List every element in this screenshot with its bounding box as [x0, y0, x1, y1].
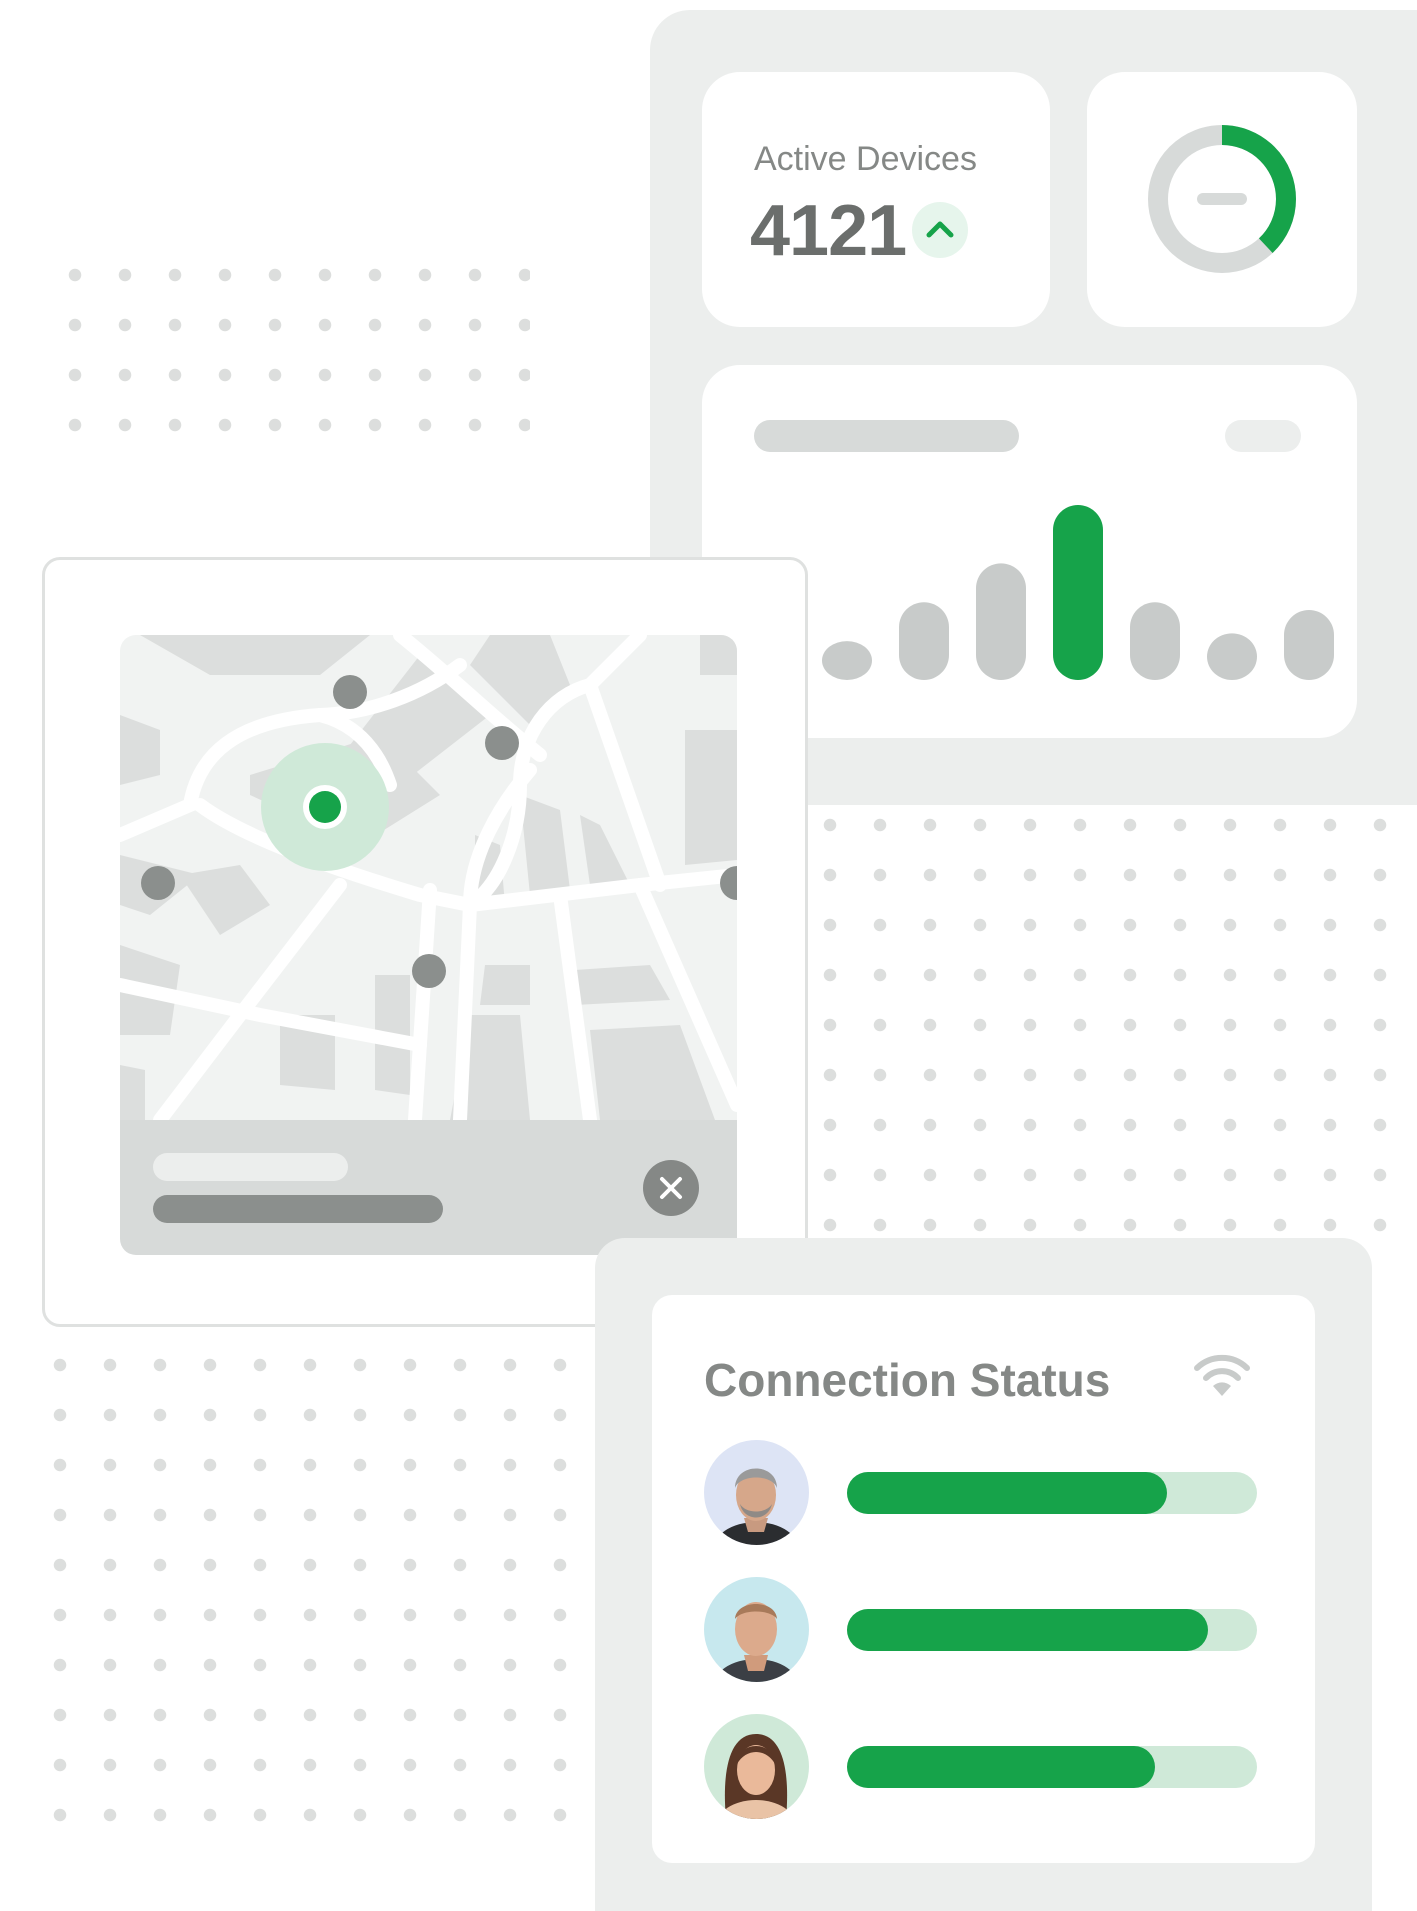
info-subtitle-placeholder: [153, 1195, 443, 1223]
connection-status-card[interactable]: Connection Status: [652, 1295, 1315, 1863]
avatar: [704, 1577, 809, 1682]
chevron-up-icon: [912, 202, 968, 258]
bar: [1130, 602, 1180, 680]
map-card[interactable]: [42, 557, 808, 1327]
user-row[interactable]: [704, 1577, 1264, 1682]
active-devices-value: 4121: [750, 191, 907, 271]
connection-progress-track: [847, 1472, 1257, 1514]
map-marker: [412, 954, 446, 988]
avatar: [704, 1440, 809, 1545]
connection-progress-track: [847, 1746, 1257, 1788]
info-title-placeholder: [153, 1153, 348, 1181]
dot-pattern-right: [805, 800, 1417, 1250]
bar: [1207, 633, 1257, 680]
map-view[interactable]: [120, 635, 737, 1120]
connection-status-title: Connection Status: [704, 1354, 1111, 1406]
bar: [822, 641, 872, 680]
donut-chart: [1148, 125, 1296, 273]
user-row[interactable]: [704, 1714, 1264, 1819]
connection-progress-fill: [847, 1472, 1167, 1514]
map-marker: [485, 726, 519, 760]
dot-pattern-bottom: [35, 1340, 575, 1830]
bar: [899, 602, 949, 680]
connection-progress-fill: [847, 1609, 1208, 1651]
user-row[interactable]: [704, 1440, 1264, 1545]
wifi-icon: [1192, 1350, 1252, 1400]
close-icon[interactable]: [643, 1160, 699, 1216]
connection-progress-fill: [847, 1746, 1155, 1788]
connection-progress-track: [847, 1609, 1257, 1651]
bar-highlight: [1053, 505, 1103, 680]
dot-pattern-top: [50, 250, 530, 450]
map-marker: [333, 675, 367, 709]
map-marker: [141, 866, 175, 900]
active-devices-label: Active Devices: [754, 140, 977, 178]
bar: [976, 563, 1026, 680]
bar: [1284, 610, 1334, 680]
donut-card[interactable]: [1087, 72, 1357, 327]
active-devices-card[interactable]: Active Devices 4121: [702, 72, 1050, 327]
map-info-bar: [120, 1120, 737, 1255]
avatar: [704, 1714, 809, 1819]
donut-center-label: [1197, 193, 1247, 205]
